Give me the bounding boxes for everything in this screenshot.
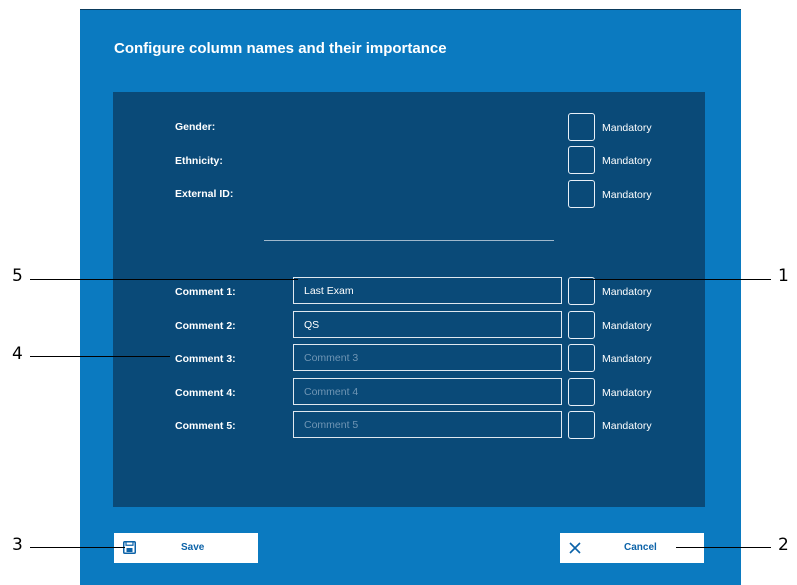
comment-3-input[interactable] — [293, 344, 562, 371]
comment-1-input[interactable] — [293, 277, 562, 304]
gender-mandatory-label: Mandatory — [602, 122, 652, 134]
ethnicity-label: Ethnicity: — [175, 155, 223, 167]
ethnicity-mandatory-checkbox[interactable] — [568, 146, 595, 174]
comment-4-label: Comment 4: — [175, 387, 236, 399]
callout-5-number: 5 — [12, 266, 23, 286]
section-divider — [264, 240, 554, 241]
comment-1-label: Comment 1: — [175, 286, 236, 298]
comment-5-input[interactable] — [293, 411, 562, 438]
comment-1-mandatory-checkbox[interactable] — [568, 277, 595, 305]
comment-4-input[interactable] — [293, 378, 562, 405]
comment-4-mandatory-checkbox[interactable] — [568, 378, 595, 406]
close-icon — [569, 542, 581, 554]
gender-mandatory-checkbox[interactable] — [568, 113, 595, 141]
callout-5-line — [30, 279, 298, 280]
comment-5-mandatory-checkbox[interactable] — [568, 411, 595, 439]
dialog-title: Configure column names and their importa… — [114, 40, 447, 57]
comment-4-mandatory-label: Mandatory — [602, 387, 652, 399]
ethnicity-mandatory-label: Mandatory — [602, 155, 652, 167]
comment-1-mandatory-label: Mandatory — [602, 286, 652, 298]
save-button[interactable]: Save — [114, 533, 258, 563]
comment-3-mandatory-checkbox[interactable] — [568, 344, 595, 372]
callout-4-number: 4 — [12, 344, 23, 364]
external-id-label: External ID: — [175, 188, 234, 200]
comment-2-mandatory-checkbox[interactable] — [568, 311, 595, 339]
comment-2-label: Comment 2: — [175, 320, 236, 332]
external-id-mandatory-label: Mandatory — [602, 189, 652, 201]
callout-3-line — [30, 547, 125, 548]
callout-2-number: 2 — [778, 535, 789, 555]
callout-1-line — [580, 279, 771, 280]
cancel-button-label: Cancel — [624, 542, 657, 553]
comment-3-label: Comment 3: — [175, 353, 236, 365]
callout-1-number: 1 — [778, 266, 789, 286]
external-id-mandatory-checkbox[interactable] — [568, 180, 595, 208]
comment-5-mandatory-label: Mandatory — [602, 420, 652, 432]
callout-2-line — [676, 547, 771, 548]
comment-2-mandatory-label: Mandatory — [602, 320, 652, 332]
save-button-label: Save — [181, 542, 205, 553]
cancel-button[interactable]: Cancel — [560, 533, 704, 563]
comment-3-mandatory-label: Mandatory — [602, 353, 652, 365]
callout-4-line — [30, 356, 170, 357]
comment-2-input[interactable] — [293, 311, 562, 338]
comment-5-label: Comment 5: — [175, 420, 236, 432]
callout-3-number: 3 — [12, 535, 23, 555]
gender-label: Gender: — [175, 121, 216, 133]
